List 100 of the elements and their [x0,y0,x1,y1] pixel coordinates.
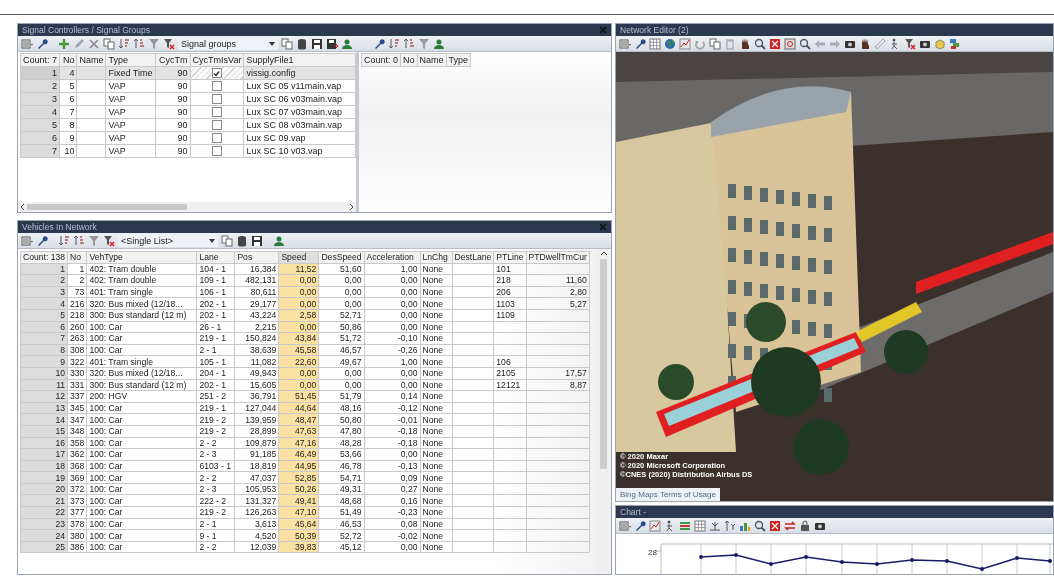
checkbox[interactable] [212,81,222,92]
scrollbar-thumb[interactable] [27,204,187,210]
lock-icon[interactable] [799,519,811,532]
sort-descending-icon[interactable] [73,234,85,247]
column-header[interactable]: SupplyFile1 [243,53,356,67]
save-icon[interactable] [251,234,263,247]
column-header[interactable]: CycTmIsVar [190,53,244,67]
column-header[interactable]: Pos [234,251,279,264]
y-axis-icon[interactable] [724,519,736,532]
zoom-icon[interactable] [754,519,766,532]
column-header[interactable]: Count: 138 [20,251,68,264]
zoom-window-icon[interactable] [784,37,796,50]
table-cell: 0,00 [364,448,421,461]
sort-ascending-icon[interactable] [58,234,70,247]
column-header[interactable]: Acceleration [364,251,421,264]
zoom-icon[interactable] [799,37,811,50]
column-header[interactable]: Count: 0 [361,53,401,67]
column-header[interactable]: PTLine [493,251,527,264]
wrench-icon[interactable] [36,234,48,247]
list-view-icon[interactable] [21,37,33,50]
table-row[interactable]: 1 4 Fixed Time 90 vissig.config [20,66,356,80]
column-header[interactable]: Name [417,53,447,67]
table-cell: 219 - 1 [196,402,235,414]
scrollbar-thumb[interactable] [600,259,607,469]
list-view-icon[interactable] [619,37,631,50]
column-header[interactable]: PTDwellTmCur [526,251,590,264]
list-dropdown[interactable]: Signal groups [178,37,278,50]
database-icon[interactable] [236,234,248,247]
filter-icon[interactable] [418,37,430,50]
table-cell: 308 [67,344,87,356]
table-cell: 1 [67,263,87,275]
layers-icon[interactable] [949,37,961,50]
list-view-icon[interactable] [21,234,33,247]
column-header[interactable]: VehType [86,251,197,264]
table-row[interactable]: 7 10 VAP 90 Lux SC 10 v03.vap [20,144,356,158]
grid-icon[interactable] [694,519,706,532]
x-axis-icon[interactable] [709,519,721,532]
sort-descending-icon[interactable] [403,37,415,50]
copy-icon[interactable] [103,37,115,50]
table-row[interactable]: 4 7 VAP 90 Lux SC 07 v03main.vap [20,105,356,119]
save-icon[interactable] [311,37,323,50]
checkbox[interactable] [212,133,222,144]
plus-icon[interactable] [58,37,70,50]
list-view-icon[interactable] [619,519,631,532]
zoom-icon[interactable] [754,37,766,50]
table-row[interactable]: 6 9 VAP 90 Lux SC 09.vap [20,131,356,145]
table-cell: None [420,332,453,345]
delete-icon[interactable] [88,37,100,50]
column-header[interactable]: DesSpeed [318,251,365,264]
chart-line-icon[interactable] [649,519,661,532]
checkbox[interactable] [212,68,222,79]
wrench-icon[interactable] [373,37,385,50]
sort-descending-icon[interactable] [133,37,145,50]
column-header[interactable]: Type [106,53,155,67]
scroll-up-icon[interactable] [600,251,607,256]
clear-filter-icon[interactable] [103,234,115,247]
terms-link[interactable]: Bing Maps Terms of Usage [616,488,720,501]
user-icon[interactable] [273,234,285,247]
sort-ascending-icon[interactable] [388,37,400,50]
column-header[interactable]: Name [76,53,106,67]
sort-ascending-icon[interactable] [118,37,130,50]
table-cell: 36,791 [234,390,279,403]
checkbox[interactable] [212,120,222,131]
checkbox[interactable] [212,146,222,157]
checkbox[interactable] [212,94,222,105]
table-cell: 4 [59,66,77,80]
save-as-icon[interactable] [326,37,338,50]
scroll-left-icon[interactable] [20,204,25,210]
user-icon[interactable] [341,37,353,50]
table-row[interactable]: 3 6 VAP 90 Lux SC 06 v03main.vap [20,92,356,106]
checkbox[interactable] [212,107,222,118]
table-row[interactable]: 2 5 VAP 90 Lux SC 05 v11main.vap [20,79,356,93]
column-header[interactable]: DestLane [452,251,494,264]
user-icon[interactable] [433,37,445,50]
table-cell: 219 - 1 [196,332,235,345]
scroll-right-icon[interactable] [349,204,354,210]
zoom-extent-icon[interactable] [769,37,781,50]
clear-filter-icon[interactable] [163,37,175,50]
column-header[interactable]: Lane [196,251,235,264]
clear-filter-icon[interactable] [904,37,916,50]
table-cell: Lux SC 05 v11main.vap [243,79,356,93]
database-icon[interactable] [296,37,308,50]
globe-icon[interactable] [664,37,676,50]
wrench-icon[interactable] [634,37,646,50]
copy-icon[interactable] [709,37,721,50]
legend-icon[interactable] [679,519,691,532]
grid-icon[interactable] [649,37,661,50]
zoom-extent-icon[interactable] [769,519,781,532]
column-header[interactable]: LnChg [420,251,453,264]
chart-line-icon[interactable] [679,37,691,50]
column-header[interactable]: Speed [278,251,319,264]
swap-icon[interactable] [784,519,796,532]
wrench-icon[interactable] [634,519,646,532]
table-row[interactable]: 5 8 VAP 90 Lux SC 08 v03main.vap [20,118,356,132]
list-dropdown[interactable]: <Single List> [118,234,218,247]
column-header[interactable]: CycTm [155,53,191,67]
wrench-icon[interactable] [36,37,48,50]
table-cell: 218 [67,309,87,322]
column-header[interactable]: Count: 7 [20,53,60,67]
column-header[interactable]: Type [446,53,471,67]
